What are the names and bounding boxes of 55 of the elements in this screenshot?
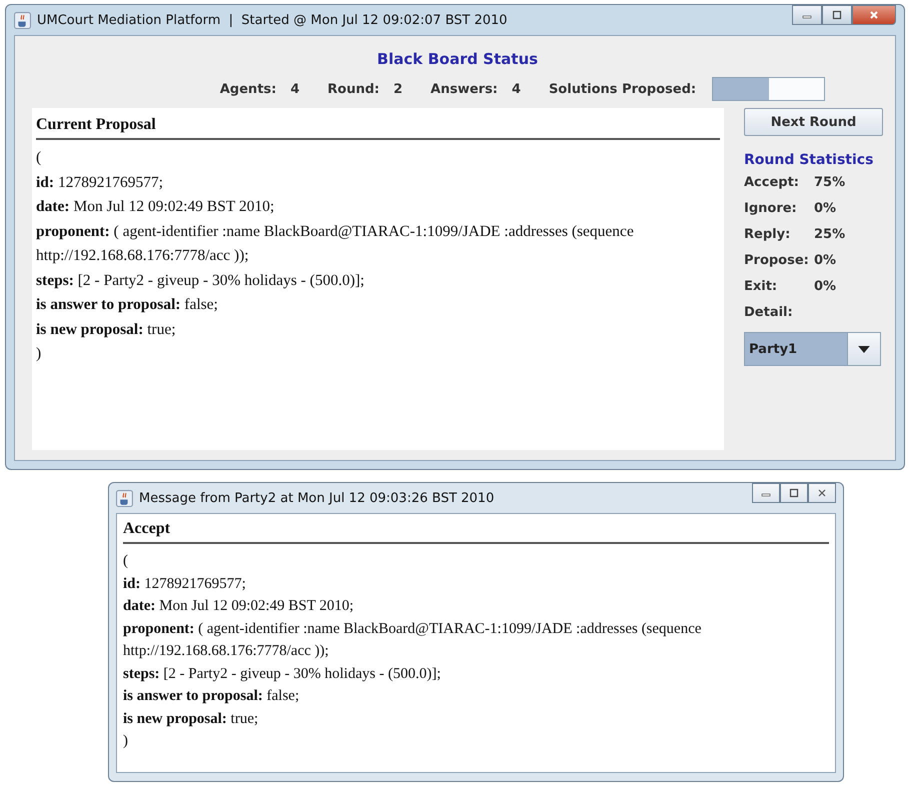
dropdown-arrow-icon bbox=[858, 346, 870, 352]
statistic-value: 0% bbox=[814, 278, 838, 296]
record-line: steps: [2 - Party2 - giveup - 30% holidays - (500.0)]; bbox=[123, 664, 442, 684]
record-line: date: Mon Jul 12 09:02:49 BST 2010; bbox=[36, 197, 276, 217]
statistic-value: 0% bbox=[814, 200, 838, 218]
record-line: id: 1278921769577; bbox=[123, 574, 247, 594]
document-heading: Current Proposal bbox=[36, 115, 157, 135]
maximize-button[interactable] bbox=[780, 483, 808, 503]
statistic-value: 75% bbox=[814, 174, 846, 192]
statistics-heading: Round Statistics bbox=[744, 152, 874, 168]
close-button[interactable] bbox=[808, 483, 836, 503]
maximize-icon bbox=[832, 10, 842, 20]
counter-value: 2 bbox=[393, 82, 403, 96]
record-line: ( bbox=[36, 148, 42, 168]
counter-label: Round: bbox=[328, 82, 380, 96]
statistic-label: Reply: bbox=[744, 226, 792, 244]
statistic-value: 0% bbox=[814, 252, 838, 270]
coffee-cup-icon bbox=[14, 12, 31, 28]
record-line: id: 1278921769577; bbox=[36, 172, 164, 192]
maximize-button[interactable] bbox=[822, 5, 852, 25]
record-line: is answer to proposal: false; bbox=[123, 687, 300, 706]
progress-label: Solutions Proposed: bbox=[548, 82, 696, 96]
record-line: steps: [2 - Party2 - giveup - 30% holidays - (500.0)]; bbox=[36, 270, 366, 290]
detail-label: Detail: bbox=[744, 304, 794, 322]
record-line: ) bbox=[123, 732, 129, 751]
counter-value: 4 bbox=[290, 82, 300, 96]
counter-value: 4 bbox=[512, 82, 521, 96]
next-round-button[interactable]: Next Round bbox=[744, 108, 883, 136]
detail-dropdown[interactable]: Party1 bbox=[744, 332, 881, 366]
minimize-button[interactable] bbox=[752, 483, 780, 503]
counter-label: Agents: bbox=[220, 82, 276, 96]
close-icon bbox=[817, 488, 827, 498]
coffee-cup-icon bbox=[116, 490, 133, 506]
record-line: date: Mon Jul 12 09:02:49 BST 2010; bbox=[123, 597, 355, 616]
statistic-label: Exit: bbox=[744, 278, 778, 296]
statistic-label: Accept: bbox=[744, 174, 800, 192]
window-title: UMCourt Mediation Platform | Started @ Mon Jul 12 09:02:07 BST 2010 bbox=[37, 12, 508, 28]
close-button[interactable] bbox=[852, 5, 896, 25]
record-line: ) bbox=[36, 344, 42, 364]
minimize-button[interactable] bbox=[792, 5, 822, 25]
status-heading: Black Board Status bbox=[377, 50, 538, 68]
record-line: ( bbox=[123, 552, 129, 571]
window-title: Message from Party2 at Mon Jul 12 09:03:26 BST 2010 bbox=[139, 490, 494, 506]
maximize-icon bbox=[789, 488, 799, 498]
record-line: is answer to proposal: false; bbox=[36, 295, 219, 315]
record-line: is new proposal: true; bbox=[123, 710, 260, 728]
statistic-label: Propose: bbox=[744, 252, 810, 270]
close-icon bbox=[869, 10, 879, 20]
counter-label: Answers: bbox=[430, 82, 498, 96]
record-line: proponent: ( agent-identifier :name BlackBoard@TIARAC-1:1099/JADE :addresses (sequence http://192.168.68.176:7778/acc )); bbox=[36, 222, 635, 266]
document-heading: Accept bbox=[123, 519, 172, 539]
record-line: proponent: ( agent-identifier :name BlackBoard@TIARAC-1:1099/JADE :addresses (sequence http://192.168.68.176:7778/acc )); bbox=[123, 620, 702, 661]
record-line: is new proposal: true; bbox=[36, 320, 177, 340]
statistic-label: Ignore: bbox=[744, 200, 798, 218]
statistic-value: 25% bbox=[814, 226, 846, 244]
